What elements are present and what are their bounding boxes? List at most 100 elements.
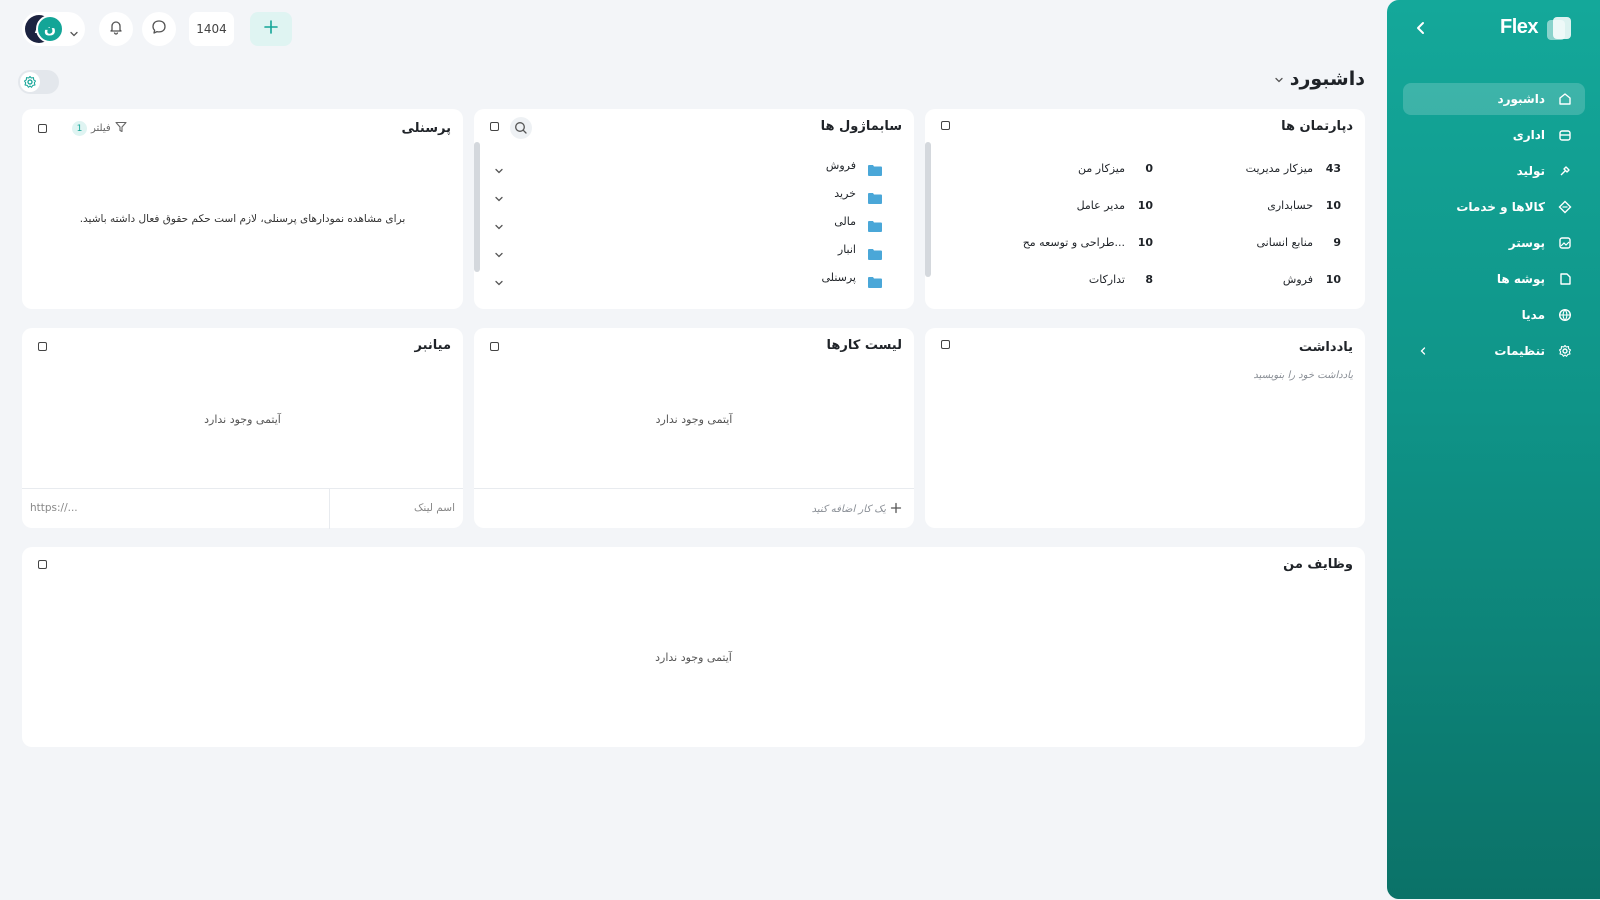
department-item[interactable]: 10 فروش [1283,273,1341,286]
card-select-checkbox[interactable] [38,560,47,569]
scrollbar[interactable] [925,142,931,277]
card-select-checkbox[interactable] [490,342,499,351]
page-title[interactable]: داشبورد [1274,68,1365,90]
sidebar-item-label: مدیا [1521,308,1545,322]
submodules-card: سابماژول ها فروش خرید مالی انبار پرسنلی [474,109,914,309]
note-textarea[interactable]: یادداشت خود را بنویسید [937,370,1353,516]
department-name: فروش [1282,273,1313,286]
department-count: 9 [1333,236,1341,249]
card-title: میانبر [414,338,451,353]
url-input[interactable]: https://... [22,489,330,529]
sidebar-item-dashboard[interactable]: داشبورد [1403,83,1585,115]
sidebar-item-production[interactable]: تولید [1403,155,1585,187]
personnel-message: برای مشاهده نمودارهای پرسنلی، لازم است ح… [79,213,406,225]
search-icon[interactable] [510,117,532,139]
chat-button[interactable] [142,12,176,46]
department-name: منابع انسانی [1256,236,1314,249]
gear-icon [20,72,40,92]
folder-icon [868,161,882,176]
sidebar-item-label: کالاها و خدمات [1456,200,1545,214]
page-title-text: داشبورد [1289,68,1365,90]
chevron-down-icon[interactable] [494,189,504,202]
sidebar: Flex داشبورد اداری تولید کالاها و خدمات … [1387,0,1600,899]
department-item[interactable]: 43 میزکار مدیریت [1246,162,1341,175]
card-select-checkbox[interactable] [490,122,499,131]
department-item[interactable]: 9 منابع انسانی [1257,236,1342,249]
card-title: لیست کارها [826,338,902,353]
department-item[interactable]: 8 تدارکات [1089,273,1153,286]
filter-count-badge: 1 [72,121,87,136]
department-item[interactable]: 10 حسابداری [1267,199,1341,212]
tree-item[interactable]: فروش [474,152,914,180]
chevron-left-icon[interactable] [1417,345,1429,357]
sidebar-item-settings[interactable]: تنظیمات [1403,335,1585,367]
customize-toggle[interactable] [18,70,59,94]
my-tasks-card: وظایف من آیتمی وجود ندارد [22,547,1365,747]
folder-icon [868,217,882,232]
chevron-down-icon[interactable] [494,217,504,230]
department-item[interactable]: 10 مدیر عامل [1077,199,1153,212]
card-title: یادداشت [1298,340,1353,355]
tree-item[interactable]: مالی [474,208,914,236]
departments-card: دپارتمان ها 43 میزکار مدیریت 10 حسابداری 9… [925,109,1365,309]
department-name: میزکار من [1078,162,1125,175]
sidebar-item-poster[interactable]: پوستر [1403,227,1585,259]
brand-name: Flex [1500,16,1539,38]
card-title: سابماژول ها [820,119,902,134]
fiscal-year-button[interactable]: 1404 [189,12,234,46]
card-select-checkbox[interactable] [38,124,47,133]
add-todo-input[interactable]: یک کار اضافه کنید [474,488,914,528]
tools-icon [1557,163,1573,179]
sidebar-item-administrative[interactable]: اداری [1403,119,1585,151]
card-select-checkbox[interactable] [38,342,47,351]
department-count: 0 [1145,162,1153,175]
sidebar-item-label: داشبورد [1497,92,1545,106]
department-count: 10 [1137,236,1153,249]
chevron-down-icon [69,24,79,37]
globe-icon [1557,307,1573,323]
folder-icon [868,273,882,288]
tree-item-label: فروش [825,159,856,172]
link-name-input[interactable]: اسم لینک [414,502,455,514]
chevron-down-icon[interactable] [494,161,504,174]
personnel-card: پرسنلی 1 فیلتر برای مشاهده نمودارهای پرس… [22,109,463,309]
tree-item-label: مالی [834,215,856,228]
sidebar-item-folders[interactable]: پوشه ها [1403,263,1585,295]
chevron-down-icon[interactable] [494,273,504,286]
avatar: ن [36,15,64,43]
card-title: دپارتمان ها [1281,119,1353,134]
department-item[interactable]: 10 طراحی و توسعه مح... [1023,236,1153,249]
notes-card: یادداشت یادداشت خود را بنویسید [925,328,1365,528]
card-select-checkbox[interactable] [941,121,950,130]
filter-button[interactable]: 1 فیلتر [72,121,127,136]
department-name: مدیر عامل [1076,199,1125,212]
user-avatar-menu[interactable]: A ن [22,12,85,46]
notifications-button[interactable] [99,12,133,46]
card-title: وظایف من [1283,557,1353,572]
filter-icon [115,121,127,136]
collapse-sidebar-icon[interactable] [1411,18,1431,38]
tree-item[interactable]: خرید [474,180,914,208]
sidebar-item-media[interactable]: مدیا [1403,299,1585,331]
chevron-down-icon [1274,68,1284,90]
tree-item-label: انبار [837,243,856,256]
archive-icon [1557,127,1573,143]
link-name-placeholder: اسم لینک [414,502,455,514]
note-placeholder: یادداشت خود را بنویسید [1253,370,1353,381]
folder-icon [868,245,882,260]
department-item[interactable]: 0 میزکار من [1078,162,1153,175]
bell-icon [108,19,124,39]
add-button[interactable] [250,12,292,46]
home-icon [1557,91,1573,107]
chat-icon [150,18,168,40]
sidebar-item-goods-services[interactable]: کالاها و خدمات [1403,191,1585,223]
tree-item[interactable]: انبار [474,236,914,264]
department-count: 8 [1145,273,1153,286]
chevron-down-icon[interactable] [494,245,504,258]
empty-state: آیتمی وجود ندارد [655,413,733,426]
card-select-checkbox[interactable] [941,340,950,349]
sidebar-nav: داشبورد اداری تولید کالاها و خدمات پوستر… [1403,83,1585,371]
url-placeholder: https://... [30,502,78,514]
empty-state: آیتمی وجود ندارد [204,413,281,426]
tree-item[interactable]: پرسنلی [474,264,914,292]
